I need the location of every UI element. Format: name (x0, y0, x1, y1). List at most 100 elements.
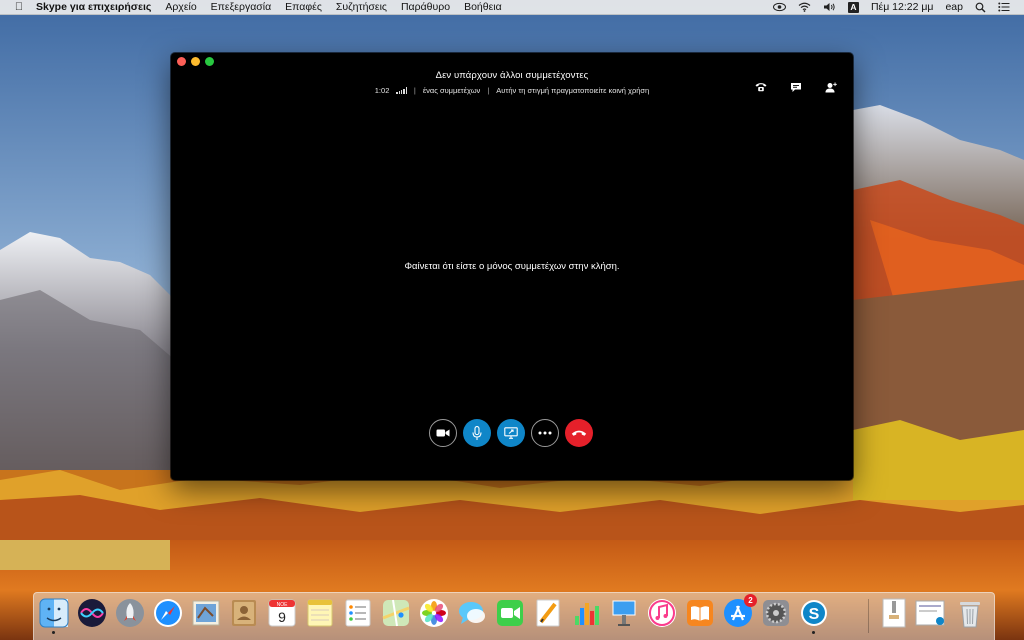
dock-launchpad[interactable] (114, 597, 146, 629)
sharing-status[interactable]: Αυτήν τη στιγμή πραγματοποιείτε κοινή χρ… (496, 86, 649, 95)
dock-app-store[interactable]: 2 (722, 594, 757, 629)
notes-icon (307, 599, 333, 627)
dock-skype[interactable]: S (798, 597, 830, 634)
spotlight-search-icon[interactable] (969, 0, 992, 15)
dock-notes[interactable] (304, 597, 336, 629)
dock-pages[interactable] (532, 597, 564, 629)
dock-numbers[interactable] (570, 597, 602, 629)
menu-app-name[interactable]: Skype για επιχειρήσεις (30, 0, 158, 15)
phone-icon (755, 83, 767, 92)
menu-file[interactable]: Αρχείο (158, 0, 203, 15)
menu-window[interactable]: Παράθυρο (394, 0, 457, 15)
siri-icon (78, 599, 106, 627)
dock-trash[interactable] (954, 597, 986, 629)
dialpad-phone-button[interactable] (753, 79, 769, 95)
alone-in-call-message: Φαίνεται ότι είστε ο μόνος συμμετέχων στ… (404, 261, 620, 272)
call-duration: 1:02 (374, 86, 390, 95)
dock-separator (868, 599, 869, 633)
dock-system-preferences[interactable] (760, 597, 792, 629)
im-chat-button[interactable] (788, 79, 804, 95)
window-zoom-button[interactable] (205, 57, 214, 66)
dock-finder[interactable] (38, 597, 70, 634)
dock-downloads-stack[interactable] (914, 597, 946, 629)
calendar-icon: ΝΟΕ 9 (268, 599, 296, 627)
call-meta-bar: 1:02 | ένας συμμετέχων | Αυτήν τη στιγμή… (171, 86, 853, 95)
window-minimize-button[interactable] (191, 57, 200, 66)
call-controls (429, 419, 593, 447)
menu-contacts[interactable]: Επαφές (278, 0, 329, 15)
map-icon (382, 599, 410, 627)
dock-archive-file[interactable] (878, 597, 910, 629)
hang-up-button[interactable] (565, 419, 593, 447)
pages-pen-icon (536, 599, 560, 627)
photos-flower-icon (420, 599, 448, 627)
participant-count[interactable]: ένας συμμετέχων (423, 86, 481, 95)
dock-safari[interactable] (152, 597, 184, 629)
meta-separator: | (413, 86, 416, 95)
add-participant-button[interactable] (823, 79, 839, 95)
notification-center-icon[interactable] (992, 0, 1016, 15)
menu-clock[interactable]: Πέμ 12:22 μμ (865, 0, 940, 15)
music-note-icon (648, 599, 676, 627)
add-person-icon (825, 82, 837, 92)
dock-ibooks[interactable] (684, 597, 716, 629)
menu-edit[interactable]: Επεξεργασία (204, 0, 279, 15)
running-indicator (52, 631, 55, 634)
dock-reminders[interactable] (342, 597, 374, 629)
call-title: Δεν υπάρχουν άλλοι συμμετέχοντες (435, 70, 589, 81)
volume-icon[interactable] (817, 0, 842, 15)
stamp-icon (192, 600, 220, 626)
dock-calendar[interactable]: ΝΟΕ 9 (266, 597, 298, 629)
menu-help[interactable]: Βοήθεια (457, 0, 509, 15)
finder-icon (39, 598, 69, 628)
svg-text:S: S (809, 606, 820, 623)
menu-user-name[interactable]: eap (939, 0, 969, 15)
gear-icon (763, 600, 789, 626)
skype-call-window: Δεν υπάρχουν άλλοι συμμετέχοντες 1:02 | … (171, 53, 853, 480)
dock-maps[interactable] (380, 597, 412, 629)
compass-icon (154, 599, 182, 627)
signal-strength-icon (396, 87, 407, 94)
facetime-camera-icon (497, 600, 523, 626)
dock: ΝΟΕ 9 2 S (33, 592, 995, 640)
speech-bubbles-icon (459, 602, 485, 624)
present-content-button[interactable] (497, 419, 525, 447)
status-area: A Πέμ 12:22 μμ eap (767, 0, 1024, 15)
meta-separator: | (487, 86, 490, 95)
wifi-icon[interactable] (792, 0, 817, 15)
dock-mail[interactable] (190, 597, 222, 629)
address-book-icon (232, 600, 256, 626)
dock-siri[interactable] (76, 597, 108, 629)
dock-keynote[interactable] (608, 597, 640, 629)
dock-messages[interactable] (456, 597, 488, 629)
screen-share-status-icon[interactable] (767, 0, 792, 15)
checklist-icon (345, 599, 371, 627)
keynote-podium-icon (612, 600, 636, 626)
microphone-icon (472, 425, 482, 440)
skype-icon: S (801, 600, 827, 626)
calendar-month: ΝΟΕ (277, 602, 289, 608)
screen-share-icon (504, 427, 518, 439)
running-indicator (812, 631, 815, 634)
video-camera-icon (436, 429, 450, 437)
chat-bubble-icon (791, 82, 801, 92)
call-top-actions (753, 79, 839, 95)
more-options-button[interactable] (531, 419, 559, 447)
dock-itunes[interactable] (646, 597, 678, 629)
zip-file-icon (882, 598, 906, 628)
apple-menu-icon[interactable]:  (0, 1, 30, 13)
end-call-icon (571, 430, 587, 436)
window-close-button[interactable] (177, 57, 186, 66)
trash-icon (960, 602, 980, 628)
dock-photos[interactable] (418, 597, 450, 629)
input-source-indicator[interactable]: A (842, 0, 865, 15)
more-ellipsis-icon (538, 431, 552, 435)
window-controls (177, 57, 214, 66)
video-button[interactable] (429, 419, 457, 447)
calendar-day: 9 (278, 609, 286, 625)
microphone-button[interactable] (463, 419, 491, 447)
menu-conversations[interactable]: Συζητήσεις (329, 0, 394, 15)
dock-contacts[interactable] (228, 597, 260, 629)
dock-facetime[interactable] (494, 597, 526, 629)
bar-chart-icon (575, 603, 599, 625)
